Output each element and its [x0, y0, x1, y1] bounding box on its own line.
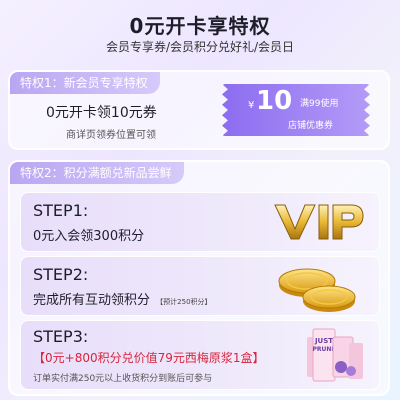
prune-juice-box-icon: JUST PRUNE	[307, 328, 363, 382]
step-2-desc-note: 【预计250积分】	[156, 298, 212, 306]
step-3-desc: 【0元+800积分兑价值79元西梅原浆1盒】	[33, 351, 265, 365]
coupon-condition: 满99使用	[300, 99, 339, 109]
step-1-title: STEP1:	[33, 201, 89, 220]
page-title: 0元开卡享特权	[129, 14, 271, 38]
page-subtitle: 会员专享券/会员积分兑好礼/会员日	[105, 40, 295, 54]
step-3-title: STEP3:	[33, 327, 89, 346]
gold-coins-icon	[278, 268, 356, 312]
step-2-desc-text: 完成所有互动领积分	[33, 293, 151, 308]
header: 0元开卡享特权 会员专享券/会员积分兑好礼/会员日	[0, 0, 400, 62]
coupon-currency: ¥	[248, 100, 255, 111]
box-text-prune: PRUNE	[312, 346, 335, 353]
vip-icon	[274, 204, 364, 240]
step-2-title: STEP2:	[33, 265, 89, 284]
privilege-1-tag: 特权1：新会员专享特权	[10, 72, 160, 94]
step-1-card: STEP1: 0元入会领300积分	[20, 192, 380, 252]
step-1-desc: 0元入会领300积分	[33, 229, 145, 244]
privilege-2-card: 特权2：积分满额兑新品尝鲜 STEP1: 0元入会领300积分 STEP2: 完…	[8, 160, 390, 396]
step-2-card: STEP2: 完成所有互动领积分 【预计250积分】	[20, 256, 380, 316]
coupon-name: 店铺优惠券	[288, 121, 334, 131]
privilege-2-tag: 特权2：积分满额兑新品尝鲜	[10, 162, 184, 184]
box-text-just: JUST	[314, 337, 333, 345]
step-3-card: STEP3: 【0元+800积分兑价值79元西梅原浆1盒】 订单实付满250元以…	[20, 320, 380, 390]
coupon-ticket[interactable]: ¥ 10 满99使用 店铺优惠券	[222, 84, 370, 136]
privilege-1-note: 商详页领券位置可领	[66, 130, 156, 141]
privilege-1-main-text: 0元开卡领10元券	[46, 105, 157, 121]
step-2-desc: 完成所有互动领积分 【预计250积分】	[33, 289, 212, 308]
coupon-amount: 10	[256, 86, 293, 116]
step-3-note: 订单实付满250元以上收货积分到账后可参与	[33, 374, 213, 384]
privilege-1-card: 特权1：新会员专享特权 0元开卡领10元券 商详页领券位置可领 ¥ 10 满99…	[8, 70, 390, 150]
